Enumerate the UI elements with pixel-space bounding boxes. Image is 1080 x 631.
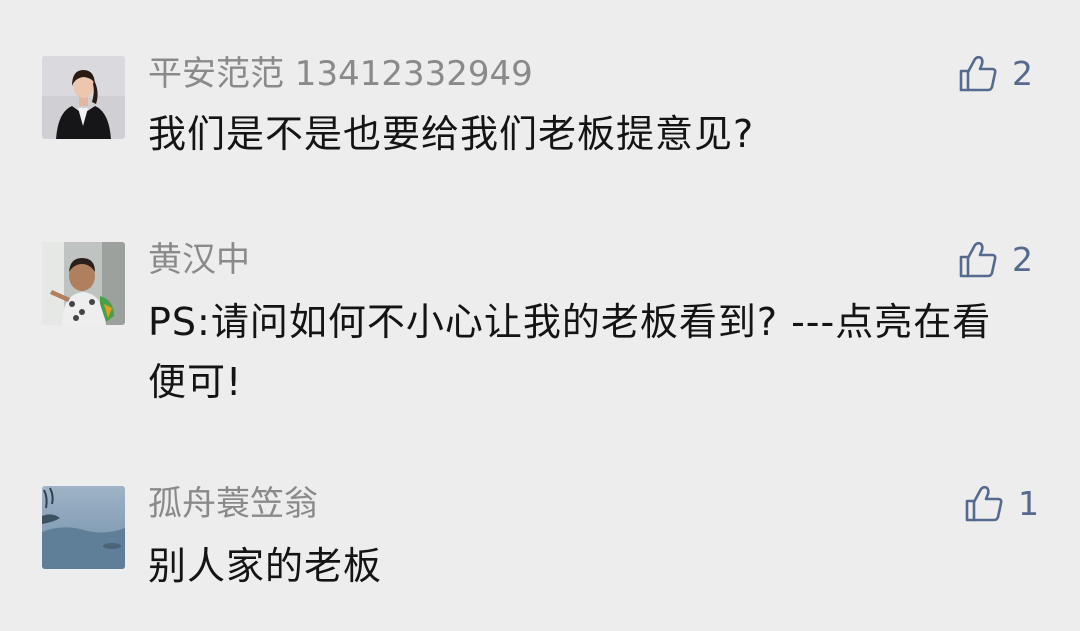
comment-author[interactable]: 黄汉中 xyxy=(148,240,250,280)
thumbs-up-icon xyxy=(959,55,997,92)
like-count: 2 xyxy=(1012,240,1033,279)
thumbs-up-icon xyxy=(965,485,1003,522)
avatar[interactable] xyxy=(42,486,125,569)
like-count: 2 xyxy=(1012,54,1033,93)
thumbs-up-icon xyxy=(959,241,997,278)
comment-text: PS:请问如何不小心让我的老板看到? ---点亮在看便可! xyxy=(148,300,992,404)
like-count: 1 xyxy=(1018,484,1039,523)
avatar[interactable] xyxy=(42,242,125,325)
comment-text: 我们是不是也要给我们老板提意见? xyxy=(148,112,755,156)
comment-author[interactable]: 平安范范 13412332949 xyxy=(148,54,533,94)
like-button[interactable]: 1 xyxy=(964,484,1039,524)
like-button[interactable]: 2 xyxy=(958,54,1033,94)
avatar[interactable] xyxy=(42,56,125,139)
comment-author[interactable]: 孤舟蓑笠翁 xyxy=(148,484,318,524)
comment-text: 别人家的老板 xyxy=(148,544,383,588)
like-button[interactable]: 2 xyxy=(958,240,1033,280)
